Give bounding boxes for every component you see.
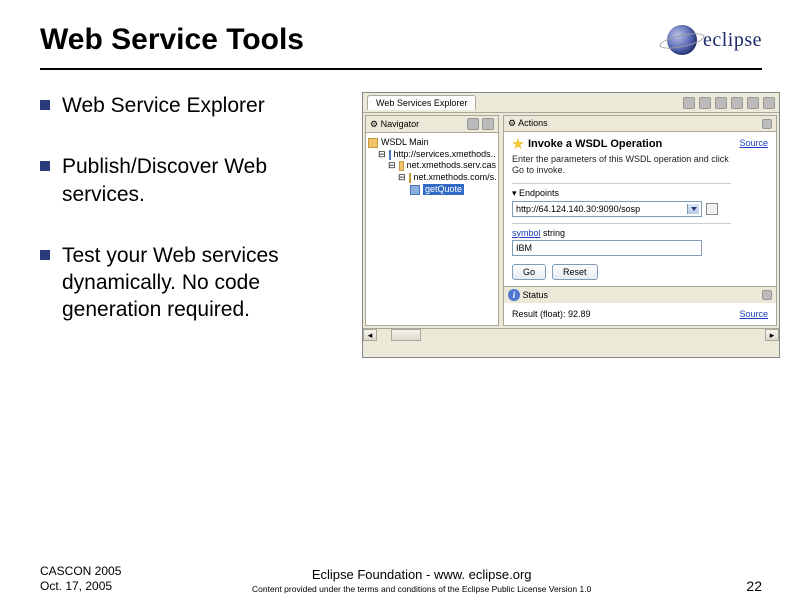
navigator-pane: ⚙ Navigator WSDL Main ⊟ ht — [365, 115, 499, 326]
wsdl-icon — [389, 150, 391, 160]
horizontal-scrollbar[interactable]: ◂ ▸ — [363, 328, 779, 342]
page-number: 22 — [722, 578, 762, 594]
reset-button[interactable]: Reset — [552, 264, 598, 280]
scroll-thumb[interactable] — [391, 329, 421, 341]
info-icon: i — [508, 289, 520, 301]
service-icon — [399, 161, 404, 171]
footer-left: CASCON 2005 Oct. 17, 2005 — [40, 564, 121, 594]
tree-label: WSDL Main — [381, 137, 429, 149]
invoke-heading: Invoke a WSDL Operation — [512, 138, 731, 150]
status-pane: i Status Result (float): 92.89 Source — [504, 286, 776, 325]
status-result: Result (float): 92.89 — [512, 309, 591, 319]
operation-icon — [410, 185, 420, 195]
bullet-text: Publish/Discover Web services. — [62, 153, 348, 208]
tree-node-root[interactable]: WSDL Main — [368, 137, 496, 149]
tree-label: net.xmethods.serv.cas — [407, 160, 496, 172]
port-icon — [409, 173, 411, 183]
footer-event: CASCON 2005 — [40, 564, 121, 579]
bullet-square-icon — [40, 250, 50, 260]
endpoints-label: ▾ Endpoints — [512, 188, 731, 199]
bullet-item: Publish/Discover Web services. — [40, 153, 348, 208]
source-link[interactable]: Source — [739, 138, 768, 148]
bullet-item: Test your Web services dynamically. No c… — [40, 242, 348, 324]
separator — [512, 183, 731, 184]
footer-org: Eclipse Foundation - www. eclipse.org — [131, 567, 712, 582]
symbol-input[interactable]: IBM — [512, 240, 702, 256]
tree-node-selected[interactable]: getQuote — [368, 184, 496, 196]
bullet-square-icon — [40, 100, 50, 110]
slide-title: Web Service Tools — [40, 23, 304, 57]
footer-date: Oct. 17, 2005 — [40, 579, 121, 594]
actions-header: ⚙ Actions — [504, 116, 776, 132]
navigator-title: ⚙ Navigator — [370, 119, 419, 130]
endpoint-dropdown[interactable]: http://64.124.140.30:9090/sosp — [512, 201, 702, 217]
tree-node[interactable]: ⊟ net.xmethods.com/s... — [368, 172, 496, 184]
tree-label: http://services.xmethods... — [394, 149, 496, 161]
back-icon[interactable] — [683, 97, 695, 109]
bullet-text: Web Service Explorer — [62, 92, 265, 119]
actions-pane: ⚙ Actions Invoke a WSDL Operation Enter … — [503, 115, 777, 326]
remove-endpoint-icon[interactable] — [706, 203, 718, 215]
symbol-label[interactable]: symbol — [512, 228, 541, 238]
star-icon — [512, 138, 524, 150]
go-button[interactable]: Go — [512, 264, 546, 280]
explorer-screenshot: Web Services Explorer ⚙ Navigator — [362, 92, 780, 358]
footer-license: Content provided under the terms and con… — [131, 584, 712, 594]
refresh-icon[interactable] — [482, 118, 494, 130]
slide-footer: CASCON 2005 Oct. 17, 2005 Eclipse Founda… — [40, 564, 762, 594]
eclipse-logo: eclipse — [632, 20, 762, 60]
actions-title: Actions — [518, 118, 548, 128]
tab-bar: Web Services Explorer — [363, 93, 779, 113]
maximize-icon[interactable] — [762, 119, 772, 129]
status-title: Status — [523, 290, 549, 300]
maximize-icon[interactable] — [762, 290, 772, 300]
folder-icon — [368, 138, 378, 148]
tree-node[interactable]: ⊟ http://services.xmethods... — [368, 149, 496, 161]
tree-node[interactable]: ⊟ net.xmethods.serv.cas — [368, 160, 496, 172]
navigator-header: ⚙ Navigator — [366, 116, 498, 133]
tab-web-services-explorer[interactable]: Web Services Explorer — [367, 95, 476, 110]
bullet-item: Web Service Explorer — [40, 92, 348, 119]
forward-icon[interactable] — [699, 97, 711, 109]
toolbar — [683, 97, 775, 109]
status-header: i Status — [504, 287, 776, 303]
symbol-type: string — [543, 228, 565, 238]
tree-label: net.xmethods.com/s... — [414, 172, 496, 184]
collapse-icon[interactable] — [467, 118, 479, 130]
eclipse-logo-text: eclipse — [703, 29, 762, 52]
invoke-description: Enter the parameters of this WSDL operat… — [512, 154, 731, 177]
tool-icon[interactable] — [715, 97, 727, 109]
bullet-square-icon — [40, 161, 50, 171]
scroll-left-icon[interactable]: ◂ — [363, 329, 377, 341]
status-source-link[interactable]: Source — [739, 309, 768, 319]
tool-icon[interactable] — [747, 97, 759, 109]
separator — [512, 223, 731, 224]
navigator-tree[interactable]: WSDL Main ⊟ http://services.xmethods... … — [366, 133, 498, 199]
bullet-list: Web Service Explorer Publish/Discover We… — [40, 92, 348, 358]
scroll-right-icon[interactable]: ▸ — [765, 329, 779, 341]
footer-center: Eclipse Foundation - www. eclipse.org Co… — [121, 567, 722, 594]
tool-icon[interactable] — [731, 97, 743, 109]
bullet-text: Test your Web services dynamically. No c… — [62, 242, 348, 324]
tool-icon[interactable] — [763, 97, 775, 109]
tree-label-selected: getQuote — [423, 184, 464, 196]
eclipse-orb-icon — [667, 25, 697, 55]
